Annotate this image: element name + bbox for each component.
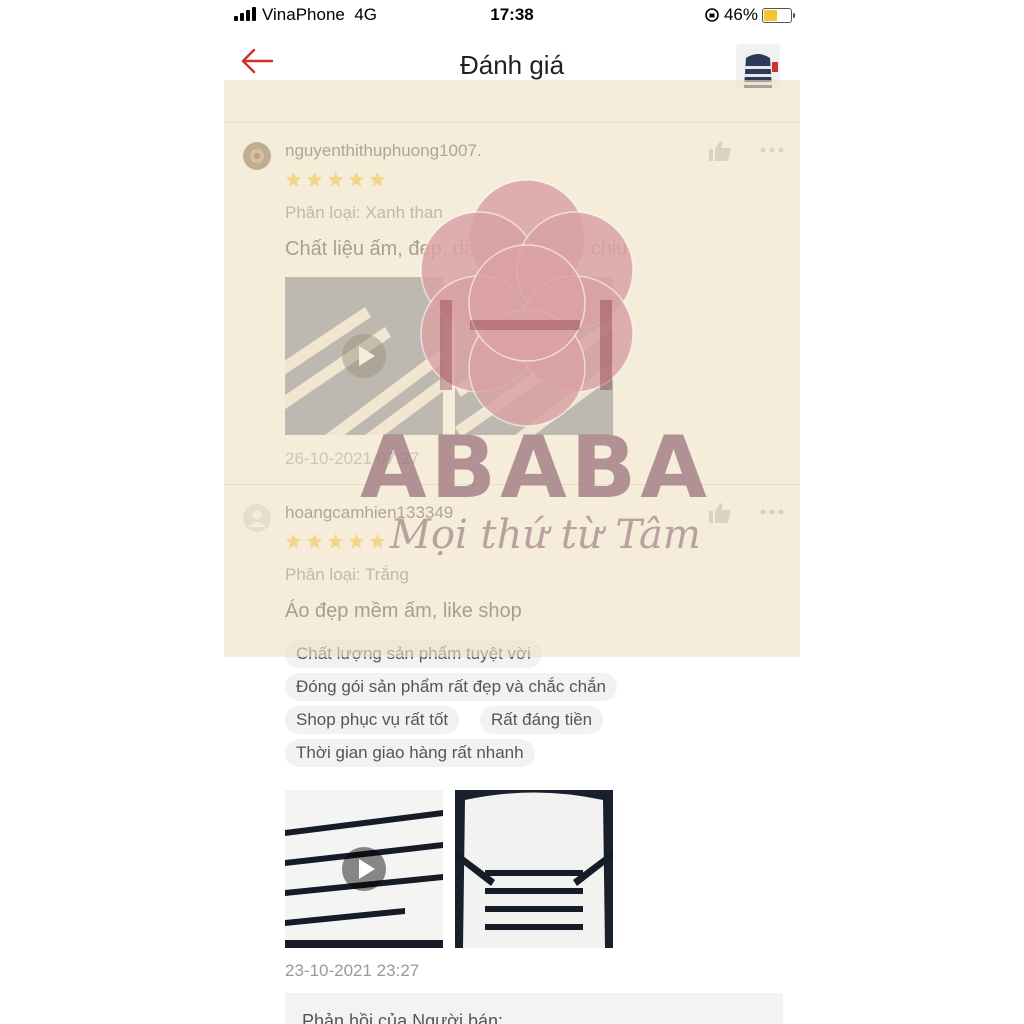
- review-tag[interactable]: Rất đáng tiền: [480, 706, 604, 734]
- seller-reply-label: Phản hồi của Người bán:: [302, 1011, 503, 1024]
- more-options-icon[interactable]: [760, 507, 784, 517]
- review-date: 23-10-2021 23:27: [285, 961, 420, 980]
- review-video[interactable]: [285, 790, 443, 948]
- status-bar: VinaPhone 4G 17:38 46%: [224, 0, 800, 30]
- seller-reply-box: Phản hồi của Người bán:: [285, 993, 783, 1024]
- user-avatar[interactable]: [243, 504, 271, 532]
- review-divider: [224, 484, 800, 485]
- reviewer-name[interactable]: nguyenthithuphuong1007.: [285, 141, 482, 161]
- variant-label: Phân loại: Trắng: [285, 565, 409, 584]
- thumbs-up-icon[interactable]: [708, 140, 732, 162]
- star-icon: [285, 533, 302, 549]
- product-thumbnail[interactable]: [736, 44, 780, 88]
- review-comment: Áo đẹp mềm ấm, like shop: [285, 600, 522, 622]
- rating-stars: [285, 171, 386, 188]
- review-divider: [224, 122, 800, 123]
- review-date: 26-10-2021 07:27: [285, 449, 420, 468]
- review-tag[interactable]: Đóng gói sản phẩm rất đẹp và chắc chắn: [285, 673, 617, 701]
- phone-screen: VinaPhone 4G 17:38 46% Đánh giá nguyenth…: [224, 0, 800, 1024]
- battery-icon: [762, 7, 795, 23]
- star-icon: [348, 171, 365, 187]
- nav-header: Đánh giá: [224, 36, 800, 88]
- play-icon[interactable]: [342, 334, 386, 378]
- review-photo[interactable]: [455, 277, 613, 435]
- star-icon: [306, 171, 323, 187]
- star-icon: [327, 171, 344, 187]
- reviewer-name[interactable]: hoangcamhien133349: [285, 503, 453, 523]
- review-comment: Chất liệu ấm, đẹp, dày mặc rất dễ chịu: [285, 238, 628, 260]
- page-title: Đánh giá: [459, 50, 565, 80]
- more-options-icon[interactable]: [760, 145, 784, 155]
- rotation-lock-icon: [705, 8, 719, 22]
- review-video[interactable]: [285, 277, 443, 435]
- play-icon[interactable]: [342, 847, 386, 891]
- battery-area: 46%: [704, 5, 795, 25]
- star-icon: [327, 533, 344, 549]
- star-icon: [285, 171, 302, 187]
- star-icon: [369, 171, 386, 187]
- review-tag[interactable]: Chất lượng sản phẩm tuyệt vời: [285, 640, 542, 668]
- battery-percent: 46%: [723, 5, 758, 24]
- star-icon: [306, 533, 323, 549]
- variant-label: Phân loại: Xanh than: [285, 203, 443, 222]
- review-tag[interactable]: Thời gian giao hàng rất nhanh: [285, 739, 535, 767]
- rating-stars: [285, 533, 386, 550]
- user-avatar[interactable]: [243, 142, 271, 170]
- review-photo[interactable]: [455, 790, 613, 948]
- star-icon: [348, 533, 365, 549]
- review-tag[interactable]: Shop phục vụ rất tốt: [285, 706, 460, 734]
- thumbs-up-icon[interactable]: [708, 502, 732, 524]
- star-icon: [369, 533, 386, 549]
